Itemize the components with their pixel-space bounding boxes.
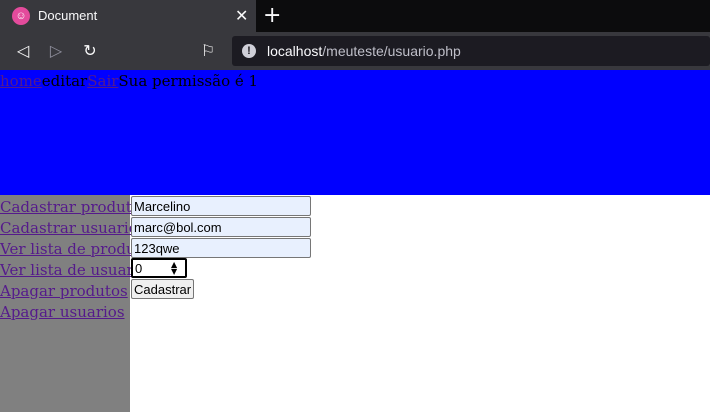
site-info-icon[interactable]: ! [242,44,256,58]
tab-title: Document [38,8,98,23]
forward-icon[interactable]: ▷ [45,40,67,62]
sidebar-item-cadastrar-usuario[interactable]: Cadastrar usuario [0,219,138,237]
favicon-icon: ☺ [12,7,30,25]
url-path: /meuteste/usuario.php [322,43,461,59]
level-stepper[interactable] [131,258,187,278]
password-field[interactable] [131,238,311,258]
spinner-arrows-icon[interactable]: ▲ ▼ [171,261,177,276]
home-link[interactable]: home [0,72,42,90]
url-text: localhost/meuteste/usuario.php [267,43,461,59]
tab-strip: ☺ Document ✕ + [0,0,710,32]
url-host: localhost [267,43,323,59]
navigation-bar: ◁ ▷ ↻ ⚐ ! localhost/meuteste/usuario.php [0,32,710,70]
page-content: homeeditarSairSua permissão é 1 Cadastra… [0,70,710,412]
sair-link[interactable]: Sair [87,72,118,90]
email-field[interactable] [131,217,311,237]
reload-icon[interactable]: ↻ [79,40,101,62]
page-header: homeeditarSairSua permissão é 1 [0,70,710,195]
cadastrar-button[interactable]: Cadastrar [131,279,195,299]
sidebar: Cadastrar produto Cadastrar usuario Ver … [0,195,158,412]
back-icon[interactable]: ◁ [12,40,34,62]
close-tab-icon[interactable]: ✕ [235,6,248,26]
browser-tab[interactable]: ☺ Document ✕ [0,0,256,32]
sidebar-item-cadastrar-produto[interactable]: Cadastrar produto [0,198,141,216]
sidebar-item-apagar-produtos[interactable]: Apagar produtos [0,282,128,300]
new-tab-icon[interactable]: + [263,3,281,28]
editar-text: editar [41,72,88,90]
permission-text: Sua permissão é 1 [118,72,259,90]
url-bar[interactable]: ! localhost/meuteste/usuario.php [232,36,710,66]
sidebar-item-apagar-usuarios[interactable]: Apagar usuarios [0,303,125,321]
bookmark-icon[interactable]: ⚐ [197,40,219,62]
name-field[interactable] [131,196,311,216]
